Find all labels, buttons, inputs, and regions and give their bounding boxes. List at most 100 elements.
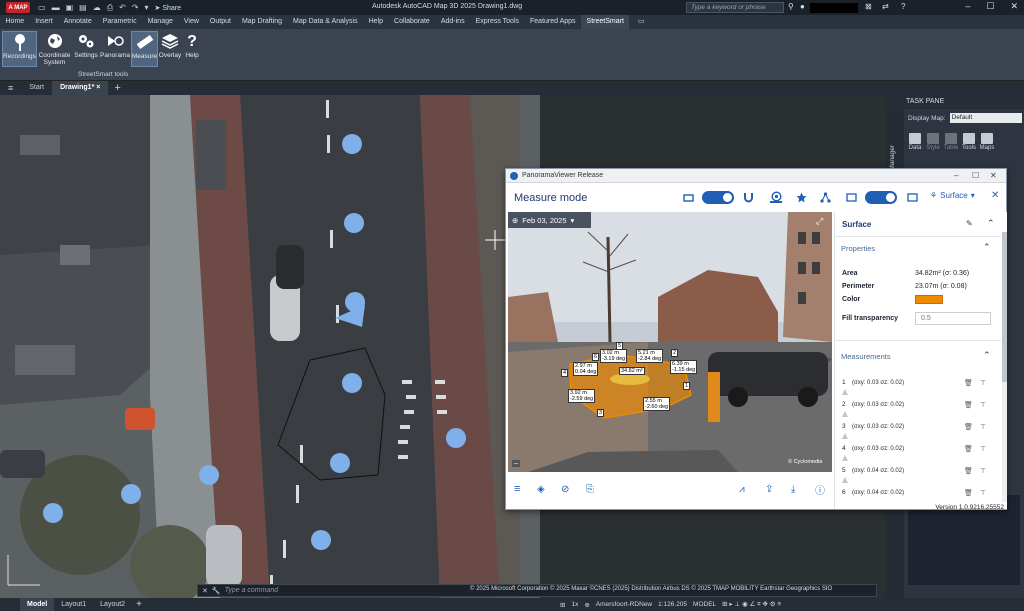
eye-off-icon[interactable]: ⊘ bbox=[561, 484, 569, 495]
edit-icon[interactable]: ✎ bbox=[966, 219, 973, 228]
scrollbar-thumb[interactable] bbox=[1002, 232, 1007, 382]
vertex-number[interactable]: 6 bbox=[592, 353, 600, 361]
menu-icon[interactable]: ≡ bbox=[514, 483, 520, 495]
coordinate-system-button[interactable]: Coordinate System bbox=[38, 31, 71, 67]
measurement-row[interactable]: 5 (σxy: 0.04 σz: 0.02) 🗑 ⊤ bbox=[835, 464, 1001, 486]
model-space-value[interactable]: MODEL bbox=[693, 601, 716, 608]
split-view-icon[interactable] bbox=[845, 191, 857, 203]
chart-icon[interactable]: ⩘ bbox=[739, 484, 745, 495]
add-layout-icon[interactable]: + bbox=[136, 599, 142, 610]
tab-help[interactable]: Help bbox=[363, 15, 388, 29]
close-icon[interactable]: ✕ bbox=[1010, 1, 1018, 12]
help-icon[interactable]: ? bbox=[901, 2, 905, 11]
recordings-button[interactable]: Recordings bbox=[2, 31, 37, 67]
segment-label[interactable]: 6.39 m -1.15 deg bbox=[670, 360, 698, 374]
scale-value[interactable]: 1:126.205 bbox=[658, 601, 687, 608]
maximize-icon[interactable]: ☐ bbox=[986, 1, 994, 12]
tools-tool[interactable]: Tools bbox=[962, 133, 976, 151]
date-selector[interactable]: ⊕ Feb 03, 2025 ▾ bbox=[508, 212, 591, 228]
zoom-value[interactable]: 1x bbox=[571, 601, 578, 608]
toggle-2[interactable] bbox=[865, 191, 897, 204]
command-input[interactable]: Type a command bbox=[225, 587, 279, 594]
tab-parametric[interactable]: Parametric bbox=[97, 15, 142, 29]
measure-button[interactable]: Measure bbox=[131, 31, 158, 67]
network-icon[interactable] bbox=[819, 191, 831, 203]
collapse-measurements-icon[interactable]: ⌃ bbox=[983, 350, 991, 361]
settings-button[interactable]: Settings bbox=[73, 31, 99, 67]
new-file-icon[interactable]: ▭ bbox=[38, 3, 46, 13]
pin-icon[interactable]: ⊤ bbox=[980, 489, 986, 497]
vertex-number[interactable]: 2 bbox=[671, 349, 679, 357]
ribbon-minimize-icon[interactable]: ▭ bbox=[632, 15, 648, 29]
segment-label[interactable]: 2.97 m 0.04 deg bbox=[573, 362, 599, 376]
dropdown-icon[interactable]: ▾ bbox=[145, 3, 149, 13]
tab-manage[interactable]: Manage bbox=[142, 15, 178, 29]
measurement-row[interactable]: 1 (σxy: 0.03 σz: 0.02) 🗑 ⊤ bbox=[835, 376, 1001, 398]
panorama-image[interactable]: 3.02 m -3.19 deg 5.21 m -2.84 deg 2.97 m… bbox=[508, 212, 832, 472]
surface-dropdown[interactable]: ⚘ Surface ▾ bbox=[930, 191, 975, 200]
user-name-box[interactable] bbox=[810, 3, 858, 13]
tab-collaborate[interactable]: Collaborate bbox=[389, 15, 436, 29]
star-icon[interactable] bbox=[795, 191, 807, 203]
zoom-out-icon[interactable]: – bbox=[512, 460, 520, 467]
color-swatch[interactable] bbox=[915, 295, 943, 304]
delete-icon[interactable]: 🗑 bbox=[964, 423, 973, 431]
vertex-number[interactable]: 4 bbox=[561, 369, 569, 377]
save-as-icon[interactable]: ▤ bbox=[79, 3, 87, 13]
info-icon[interactable]: ⓘ bbox=[815, 482, 825, 497]
cloud-icon[interactable]: ☁ bbox=[93, 3, 101, 13]
pin-icon[interactable]: ⊤ bbox=[980, 379, 986, 387]
coord-system-value[interactable]: Amersfoort-RDNew bbox=[596, 601, 652, 608]
redo-icon[interactable]: ↷ bbox=[132, 3, 139, 13]
tab-featured-apps[interactable]: Featured Apps bbox=[525, 15, 582, 29]
close-measure-icon[interactable]: ✕ bbox=[991, 190, 999, 201]
tab-view[interactable]: View bbox=[178, 15, 204, 29]
tab-drawing1[interactable]: Drawing1* × bbox=[52, 81, 109, 95]
area-label[interactable]: 34.82 m² bbox=[619, 367, 645, 375]
delete-icon[interactable]: 🗑 bbox=[964, 467, 973, 475]
command-settings-icon[interactable]: 🔧 bbox=[212, 587, 221, 595]
toggle-1[interactable] bbox=[702, 191, 734, 204]
delete-icon[interactable]: 🗑 bbox=[964, 445, 973, 453]
target-icon[interactable] bbox=[770, 190, 782, 203]
tab-streetsmart[interactable]: StreetSmart bbox=[581, 15, 630, 29]
fill-transparency-input[interactable]: 0.5 bbox=[915, 312, 991, 325]
collapse-surface-icon[interactable]: ⌃ bbox=[987, 218, 995, 229]
layout-tab-layout1[interactable]: Layout1 bbox=[54, 598, 93, 611]
user-icon[interactable]: ● bbox=[800, 2, 805, 11]
vertex-number[interactable]: 5 bbox=[616, 342, 624, 350]
tab-map-drafting[interactable]: Map Drafting bbox=[236, 15, 287, 29]
camera-settings-icon[interactable] bbox=[682, 191, 694, 203]
pin-icon[interactable]: ⊤ bbox=[980, 467, 986, 475]
pin-icon[interactable]: ⊤ bbox=[980, 401, 986, 409]
help-button[interactable]: ? Help bbox=[183, 31, 201, 67]
tab-express-tools[interactable]: Express Tools bbox=[470, 15, 524, 29]
style-tool[interactable]: Style bbox=[926, 133, 940, 151]
layout-tab-layout2[interactable]: Layout2 bbox=[93, 598, 132, 611]
help-dropdown-icon[interactable]: ⇄ bbox=[882, 2, 889, 11]
measurement-row[interactable]: 4 (σxy: 0.03 σz: 0.02) 🗑 ⊤ bbox=[835, 442, 1001, 464]
save-icon[interactable]: ▣ bbox=[66, 3, 74, 13]
cart-icon[interactable]: ⊠ bbox=[865, 2, 872, 11]
measurement-row[interactable]: 2 (σxy: 0.03 σz: 0.02) 🗑 ⊤ bbox=[835, 398, 1001, 420]
panorama-title-bar[interactable]: PanoramaViewer Release – ☐ ✕ bbox=[506, 169, 1006, 183]
undo-icon[interactable]: ↶ bbox=[119, 3, 126, 13]
display-map-select[interactable]: Default bbox=[949, 113, 1022, 123]
tab-map-data-analysis[interactable]: Map Data & Analysis bbox=[288, 15, 364, 29]
close-tab-icon[interactable]: × bbox=[96, 84, 100, 91]
minimize-icon[interactable]: – bbox=[954, 171, 958, 180]
share-button[interactable]: ➤ Share bbox=[155, 4, 182, 12]
app-logo[interactable]: A MAP bbox=[6, 2, 30, 13]
new-tab-icon[interactable]: + bbox=[114, 82, 120, 94]
vertex-number[interactable]: 3 bbox=[597, 409, 605, 417]
tab-insert[interactable]: Insert bbox=[30, 15, 59, 29]
collapse-properties-icon[interactable]: ⌃ bbox=[983, 242, 991, 253]
annotation-icon[interactable]: ⎘ bbox=[586, 484, 594, 495]
export-icon[interactable]: ⇪ bbox=[765, 484, 773, 495]
overlay-button[interactable]: Overlay bbox=[158, 31, 182, 67]
close-command-icon[interactable]: ✕ bbox=[202, 587, 208, 595]
delete-icon[interactable]: 🗑 bbox=[964, 379, 973, 387]
delete-icon[interactable]: 🗑 bbox=[964, 489, 973, 497]
expand-icon[interactable]: ⤢ bbox=[816, 216, 823, 227]
measurement-row[interactable]: 3 (σxy: 0.03 σz: 0.02) 🗑 ⊤ bbox=[835, 420, 1001, 442]
